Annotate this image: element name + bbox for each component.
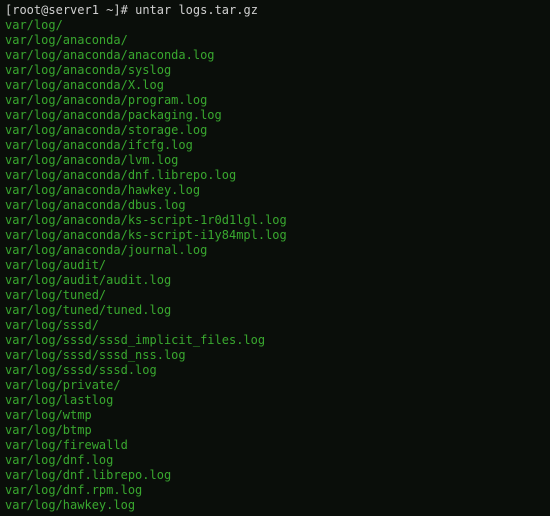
- output-line: var/log/audit/: [5, 258, 545, 273]
- output-line: var/log/anaconda/syslog: [5, 63, 545, 78]
- prompt-host: server1: [48, 3, 99, 17]
- prompt-close-bracket: ]: [113, 3, 120, 17]
- output-line: var/log/firewalld: [5, 438, 545, 453]
- output-line: var/log/sssd/sssd_implicit_files.log: [5, 333, 545, 348]
- output-line: var/log/anaconda/dnf.librepo.log: [5, 168, 545, 183]
- output-line: var/log/anaconda/anaconda.log: [5, 48, 545, 63]
- output-line: var/log/anaconda/X.log: [5, 78, 545, 93]
- output-line: var/log/dnf.librepo.log: [5, 468, 545, 483]
- output-line: var/log/anaconda/: [5, 33, 545, 48]
- prompt-user: root: [12, 3, 41, 17]
- output-line: var/log/hawkey.log: [5, 498, 545, 513]
- output-line: var/log/anaconda/ifcfg.log: [5, 138, 545, 153]
- output-line: var/log/anaconda/journal.log: [5, 243, 545, 258]
- output-line: var/log/anaconda/ks-script-i1y84mpl.log: [5, 228, 545, 243]
- prompt-path: ~: [99, 3, 113, 17]
- output-line: var/log/lastlog: [5, 393, 545, 408]
- output-line: var/log/anaconda/packaging.log: [5, 108, 545, 123]
- output-line: var/log/anaconda/hawkey.log: [5, 183, 545, 198]
- command-text: untar logs.tar.gz: [135, 3, 258, 17]
- output-line: var/log/dnf.log: [5, 453, 545, 468]
- output-line: var/log/tuned/: [5, 288, 545, 303]
- output-line: var/log/anaconda/dbus.log: [5, 198, 545, 213]
- output-line: var/log/: [5, 18, 545, 33]
- output-line: var/log/anaconda/ks-script-1r0d1lgl.log: [5, 213, 545, 228]
- output-line: var/log/audit/audit.log: [5, 273, 545, 288]
- output-line: var/log/sssd/sssd_nss.log: [5, 348, 545, 363]
- terminal-output: [root@server1 ~]# untar logs.tar.gz var/…: [5, 3, 545, 513]
- output-line: var/log/tuned/tuned.log: [5, 303, 545, 318]
- output-line: var/log/anaconda/lvm.log: [5, 153, 545, 168]
- shell-prompt-line: [root@server1 ~]# untar logs.tar.gz: [5, 3, 545, 18]
- output-line: var/log/sssd/: [5, 318, 545, 333]
- output-line: var/log/anaconda/storage.log: [5, 123, 545, 138]
- output-line: var/log/dnf.rpm.log: [5, 483, 545, 498]
- output-line: var/log/sssd/sssd.log: [5, 363, 545, 378]
- output-line: var/log/anaconda/program.log: [5, 93, 545, 108]
- output-line: var/log/wtmp: [5, 408, 545, 423]
- prompt-hash: #: [121, 3, 135, 17]
- output-line: var/log/btmp: [5, 423, 545, 438]
- output-line: var/log/private/: [5, 378, 545, 393]
